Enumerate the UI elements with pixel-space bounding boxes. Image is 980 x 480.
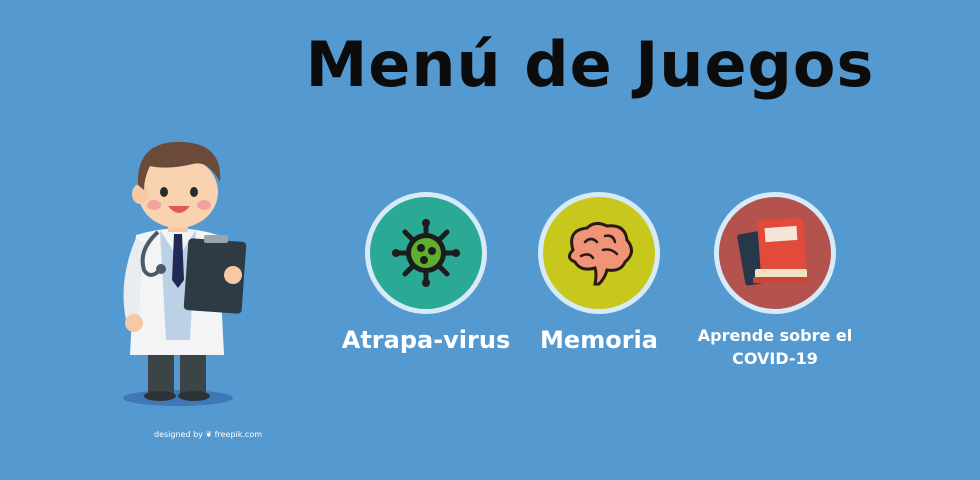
label-line-2: COVID-19	[732, 349, 818, 368]
game-icon-circle[interactable]	[714, 192, 836, 314]
books-icon	[737, 217, 809, 286]
game-icon-circle[interactable]	[538, 192, 660, 314]
game-atrapa-virus-button[interactable]: Atrapa-virus	[341, 192, 511, 354]
virus-icon	[392, 219, 460, 287]
game-memoria-button[interactable]: Memoria	[514, 192, 684, 354]
game-label: Atrapa-virus	[341, 326, 511, 354]
doctor-illustration	[123, 141, 247, 406]
page-title: Menú de Juegos	[305, 28, 875, 101]
freepik-credit: designed by ❦ freepik.com	[154, 430, 263, 439]
brain-icon	[568, 221, 633, 286]
game-label: Aprende sobre el COVID-19	[690, 324, 860, 370]
game-label: Memoria	[540, 326, 658, 354]
game-icon-circle[interactable]	[365, 192, 487, 314]
game-aprende-covid-button[interactable]: Aprende sobre el COVID-19	[690, 192, 860, 370]
label-line-1: Aprende sobre el	[697, 326, 853, 345]
